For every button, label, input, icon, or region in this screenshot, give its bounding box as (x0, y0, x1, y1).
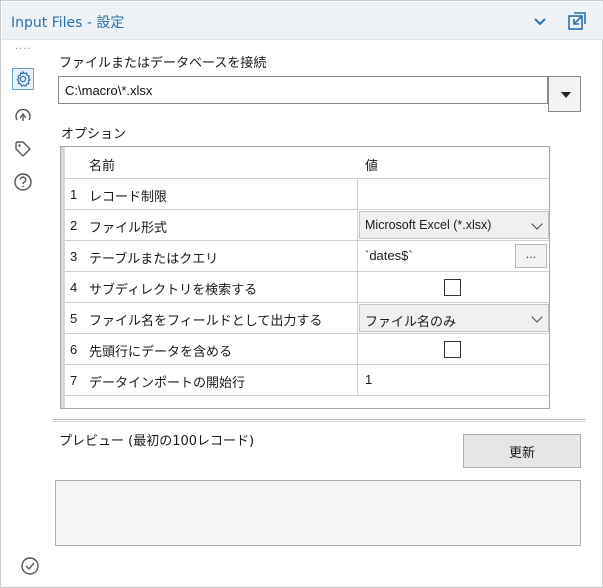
settings-window: Input Files - 設定 ···· ファイルまたはデータベースを接続 C… (0, 0, 603, 588)
first-row-data-cell (357, 334, 549, 364)
output-filename-cell: ファイル名のみ (357, 303, 549, 333)
file-format-cell: Microsoft Excel (*.xlsx) (357, 210, 549, 240)
row-name: ファイル名をフィールドとして出力する (89, 314, 323, 329)
table-row[interactable]: 2 ファイル形式 Microsoft Excel (*.xlsx) (65, 210, 549, 241)
chevron-down-icon (531, 218, 543, 230)
connect-label: ファイルまたはデータベースを接続 (59, 56, 267, 71)
checkmark-circle-icon[interactable] (20, 556, 40, 576)
record-limit-field[interactable] (357, 179, 549, 209)
output-filename-value: ファイル名のみ (365, 315, 457, 330)
table-row[interactable]: 1 レコード制限 (65, 179, 549, 210)
row-number: 3 (70, 249, 78, 264)
header-name: 名前 (89, 159, 116, 174)
search-subdirs-checkbox[interactable] (444, 279, 461, 296)
table-row[interactable]: 6 先頭行にデータを含める (65, 334, 549, 365)
output-filename-select[interactable]: ファイル名のみ (359, 304, 549, 332)
left-rail: ···· (2, 41, 42, 587)
row-number: 5 (70, 311, 78, 326)
table-row[interactable]: 4 サブディレクトリを検索する (65, 272, 549, 303)
window-title: Input Files - 設定 (11, 15, 125, 31)
row-name: ファイル形式 (89, 221, 168, 236)
preview-area (55, 480, 581, 546)
search-subdirs-cell (357, 272, 549, 302)
dock-window-icon[interactable] (565, 9, 589, 33)
first-row-data-checkbox[interactable] (444, 341, 461, 358)
row-number: 7 (70, 373, 78, 388)
file-format-select[interactable]: Microsoft Excel (*.xlsx) (359, 211, 549, 239)
table-row[interactable]: 3 テーブルまたはクエリ `dates$` ... (65, 241, 549, 272)
browse-button[interactable]: ... (515, 244, 547, 268)
row-name: レコード制限 (89, 190, 168, 205)
rail-grip-icon: ···· (15, 44, 32, 55)
preview-label: プレビュー (最初の100レコード) (59, 434, 255, 449)
header-value: 値 (365, 159, 379, 174)
start-row-value: 1 (365, 372, 373, 387)
row-name: テーブルまたはクエリ (89, 252, 219, 267)
start-row-cell[interactable]: 1 (357, 365, 549, 395)
row-name: データインポートの開始行 (89, 376, 246, 391)
file-format-value: Microsoft Excel (*.xlsx) (365, 218, 492, 232)
row-name: サブディレクトリを検索する (89, 283, 258, 298)
title-bar: Input Files - 設定 (2, 2, 603, 40)
grid-header-row: 名前 値 (65, 147, 549, 179)
row-number: 2 (70, 218, 78, 233)
table-query-cell: `dates$` ... (357, 241, 549, 271)
tag-icon[interactable] (12, 138, 34, 160)
path-input[interactable] (58, 76, 548, 104)
chevron-down-icon[interactable] (530, 11, 550, 31)
refresh-button[interactable]: 更新 (463, 434, 581, 468)
connection-progress-icon[interactable] (12, 106, 34, 128)
path-dropdown-button[interactable] (548, 76, 581, 112)
gear-icon[interactable] (12, 68, 34, 90)
row-number: 4 (70, 280, 78, 295)
row-name: 先頭行にデータを含める (89, 345, 233, 360)
row-number: 1 (70, 187, 78, 202)
table-row[interactable]: 7 データインポートの開始行 1 (65, 365, 549, 396)
options-label: オプション (61, 127, 127, 142)
splitter[interactable] (53, 419, 586, 422)
row-number: 6 (70, 342, 78, 357)
options-grid: 名前 値 1 レコード制限 2 ファイル形式 Microsoft Excel (… (60, 146, 550, 409)
help-icon[interactable] (12, 171, 34, 193)
chevron-down-icon (531, 311, 543, 323)
table-query-value[interactable]: `dates$` (365, 248, 413, 263)
table-row[interactable]: 5 ファイル名をフィールドとして出力する ファイル名のみ (65, 303, 549, 334)
